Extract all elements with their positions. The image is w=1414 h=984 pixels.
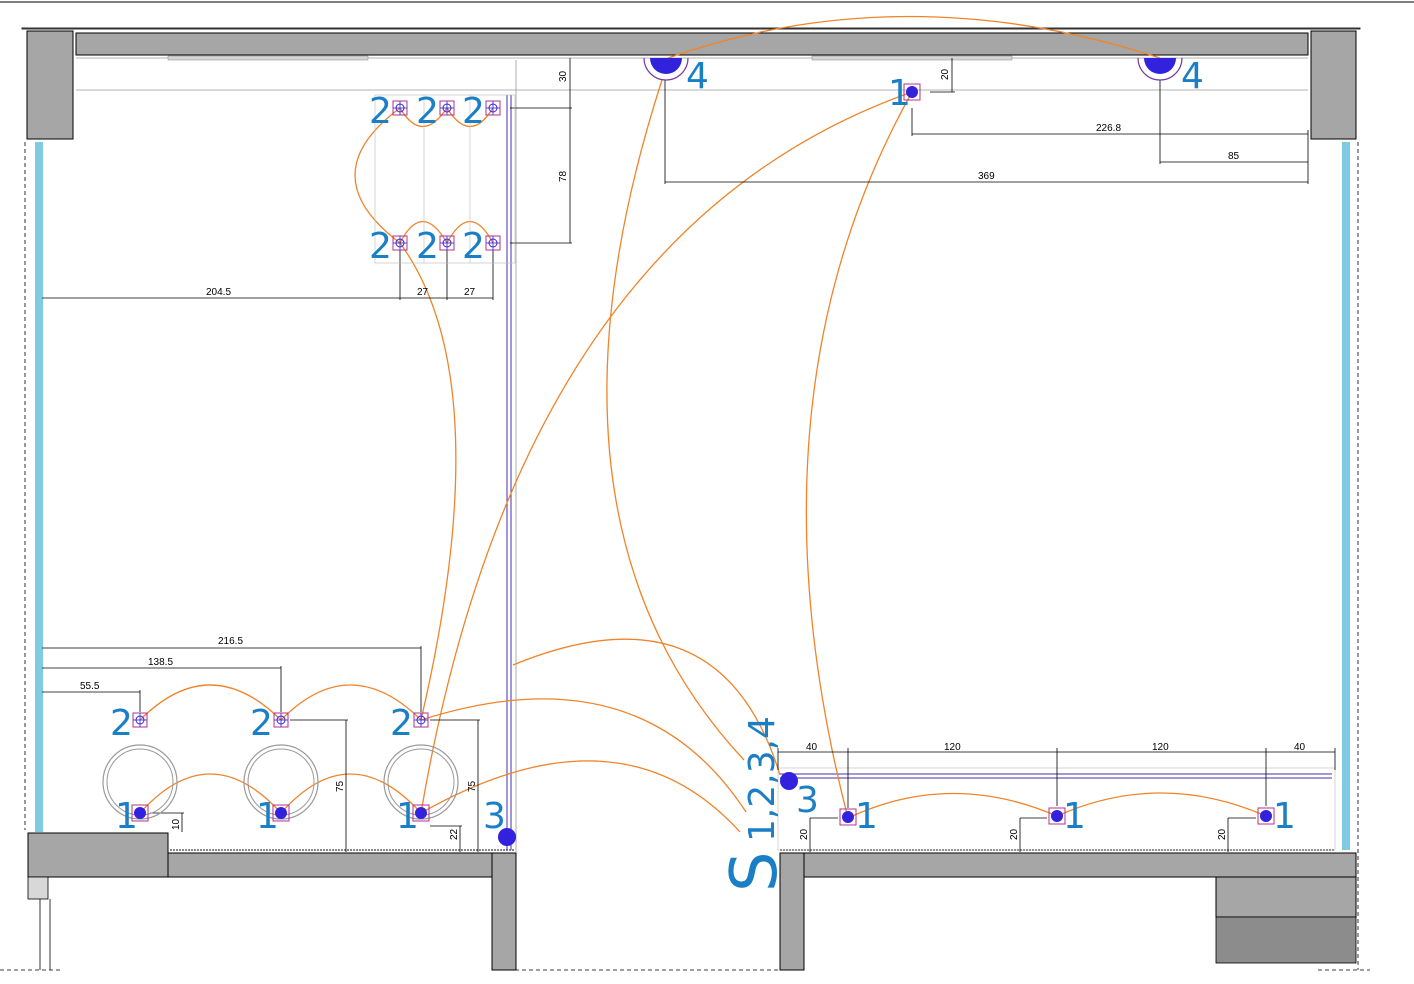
lighting-floor-plan: 30 20 226.8 85 369 78 204.5 27 27 216.5 … [0,1,1414,971]
label-4: 4 [686,56,709,97]
dim-369: 369 [978,171,995,182]
spot-light-icon [392,100,408,116]
dim-10: 10 [171,818,182,830]
bottom-left-block [27,832,169,878]
walls [0,27,1370,971]
top-right-column [1310,30,1357,140]
dim-75b: 75 [467,780,478,792]
label-1: 1 [1273,796,1296,837]
spot-light-icon [439,235,455,251]
dim-27b: 27 [464,287,476,298]
dim-75a: 75 [335,780,346,792]
ceiling-lights [131,83,1275,826]
label-2: 2 [110,703,133,744]
right-window [1342,142,1350,850]
dimension-lines [42,58,1336,852]
label-3: 3 [796,780,819,821]
dim-216: 216.5 [218,636,243,647]
dim-40a: 40 [806,742,818,753]
label-1: 1 [115,796,138,837]
left-window [35,142,43,832]
ceiling-light-icon [839,808,857,826]
spot-light-icon [485,235,501,251]
label-1: 1 [396,796,419,837]
wiring [139,15,1267,833]
dim-120b: 120 [1152,742,1169,753]
dim-30: 30 [558,70,569,82]
label-2: 2 [462,91,485,132]
wall-lights [643,57,1183,81]
spot-light-icon [392,235,408,251]
partition [506,60,1336,852]
top-left-column [26,30,74,140]
ceiling-light-icon [1257,807,1275,825]
dim-138: 138.5 [148,657,173,668]
dim-40b: 40 [1294,742,1306,753]
label-2: 2 [462,226,485,267]
spot-light-icon [485,100,501,116]
dim-85: 85 [1228,151,1240,162]
label-1: 1 [855,796,878,837]
label-1: 1 [256,796,279,837]
label-2: 2 [416,91,439,132]
label-1: 1 [888,73,911,114]
dim-120a: 120 [944,742,961,753]
switch-circuits: 1,2,3,4 [742,716,783,842]
dim-20c: 20 [1217,828,1228,840]
dim-20-top: 20 [940,68,951,80]
dim-20b: 20 [1009,828,1020,840]
top-wall [75,32,1309,56]
label-3: 3 [483,796,506,837]
spot-light-icon [439,100,455,116]
dim-204: 204.5 [206,287,231,298]
wall-light-icon [1137,57,1183,81]
dim-55: 55.5 [80,681,100,692]
dim-226: 226.8 [1096,123,1121,134]
label-4: 4 [1181,56,1204,97]
label-2: 2 [250,703,273,744]
dim-27a: 27 [417,287,429,298]
dim-20a: 20 [799,828,810,840]
label-2: 2 [369,91,392,132]
switch-letter: S [718,851,792,892]
label-2: 2 [369,226,392,267]
wall-light-icon [643,57,689,81]
dim-22: 22 [449,828,460,840]
label-2: 2 [416,226,439,267]
dim-78: 78 [558,170,569,182]
label-2: 2 [390,703,413,744]
spot-lights [132,100,501,728]
label-1: 1 [1063,796,1086,837]
